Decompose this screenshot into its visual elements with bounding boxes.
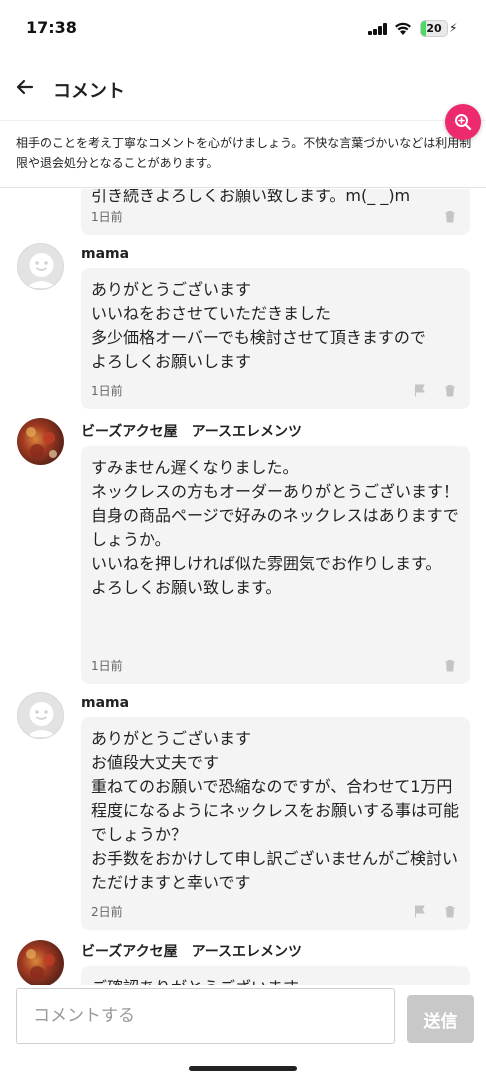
comment-body: ありがとうございます お値段大丈夫です 重ねてのお願いで恐縮なのですが、合わせて… [91,729,460,892]
comment-bubble: ありがとうございます お値段大丈夫です 重ねてのお願いで恐縮なのですが、合わせて… [81,717,470,930]
default-face-icon [26,253,57,288]
comment-item: ビーズアクセ屋 アースエレメンツ ご確認ありがとうございます [0,940,486,985]
trash-icon[interactable] [444,384,456,397]
avatar[interactable] [17,940,64,985]
trash-icon[interactable] [444,659,456,672]
comment-item: mama ありがとうございます お値段大丈夫です 重ねてのお願いで恐縮なのですが… [0,692,486,932]
comment-guideline-notice: 相手のことを考え丁寧なコメントを心がけましょう。不快な言葉づかいなどは利用制限や… [0,120,486,188]
wifi-icon [395,22,411,35]
comment-time: 1日前 [91,210,123,224]
avatar[interactable] [17,418,64,465]
comment-input[interactable] [16,988,395,1044]
comment-author: ビーズアクセ屋 アースエレメンツ [81,424,303,440]
shop-avatar-image [26,427,57,458]
comment-item: mama ありがとうございます いいねをおさせていただきました 多少価格オーバー… [0,243,486,413]
battery-level: 20 [426,22,442,35]
send-button[interactable]: 送信 [407,995,474,1043]
home-indicator[interactable] [189,1066,297,1071]
comment-time: 1日前 [91,659,123,673]
comment-author: mama [81,246,130,262]
zoom-button[interactable] [445,104,481,140]
default-face-icon [26,702,57,737]
page-title: コメント [53,81,125,102]
avatar[interactable] [17,243,64,290]
back-arrow-icon[interactable] [12,74,38,100]
flag-icon[interactable] [414,384,426,397]
comment-body: 引き続きよろしくお願い致します。m(_ _)m [91,189,411,205]
comment-body: すみません遅くなりました。 ネックレスの方もオーダーありがとうございます！ 自身… [91,458,460,597]
status-bar: 17:38 20 ⚡ [0,0,486,58]
zoom-in-icon [455,114,472,131]
avatar[interactable] [17,692,64,739]
signal-icon [368,23,388,35]
charging-bolt-icon: ⚡ [449,21,458,35]
battery-icon: 20 [420,20,448,37]
trash-icon[interactable] [444,210,456,223]
comment-item: ビーズアクセ屋 アースエレメンツ すみません遅くなりました。 ネックレスの方もオ… [0,418,486,686]
comment-time: 2日前 [91,905,123,919]
comment-body: ご確認ありがとうございます [91,976,460,985]
header: コメント [0,58,486,120]
comment-time: 1日前 [91,384,123,398]
comment-bubble: すみません遅くなりました。 ネックレスの方もオーダーありがとうございます！ 自身… [81,446,470,684]
flag-icon[interactable] [414,905,426,918]
shop-avatar-image [26,949,55,980]
comment-item: 引き続きよろしくお願い致します。m(_ _)m 1日前 [0,189,486,236]
comment-body: ありがとうございます いいねをおさせていただきました 多少価格オーバーでも検討さ… [91,280,426,371]
trash-icon[interactable] [444,905,456,918]
comment-author: mama [81,695,130,711]
comment-author: ビーズアクセ屋 アースエレメンツ [81,944,303,960]
comment-bubble: ありがとうございます いいねをおさせていただきました 多少価格オーバーでも検討さ… [81,268,470,409]
comment-compose-bar: 送信 [0,985,486,1080]
comment-bubble: 引き続きよろしくお願い致します。m(_ _)m 1日前 [81,189,470,235]
status-time: 17:38 [26,18,77,37]
comment-bubble: ご確認ありがとうございます [81,966,470,985]
comment-list[interactable]: 引き続きよろしくお願い致します。m(_ _)m 1日前 mama ありがとうござ… [0,189,486,985]
